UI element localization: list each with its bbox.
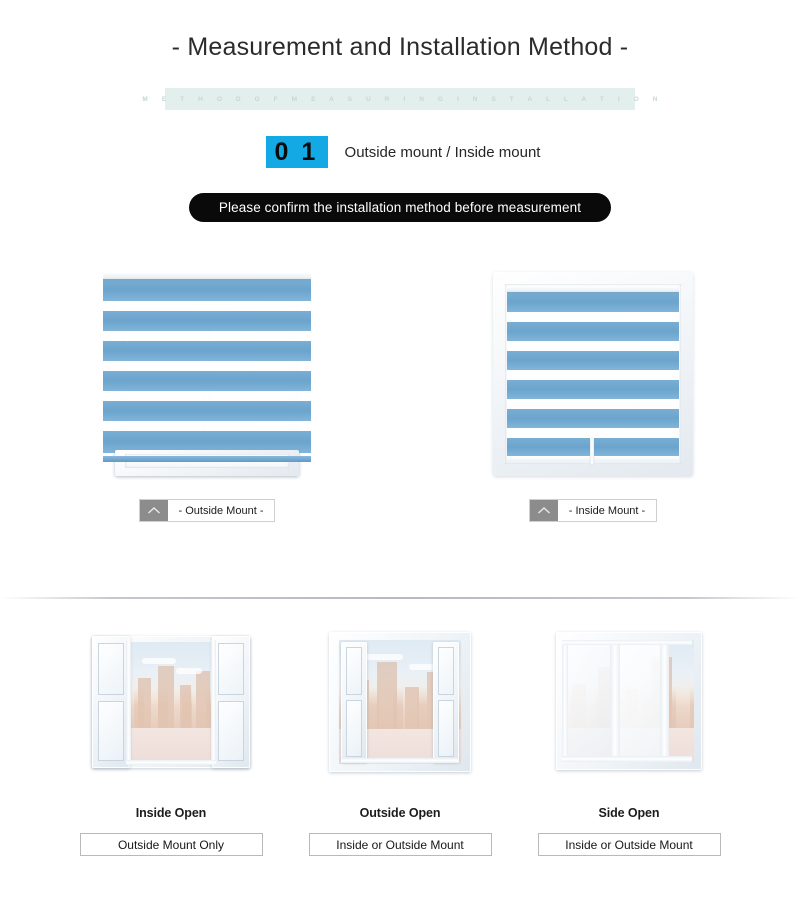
- side-open-recommendation: Inside or Outside Mount: [537, 833, 721, 856]
- blind-headrail: [103, 272, 311, 279]
- blind-stripe-opaque: [507, 380, 679, 399]
- cloud: [142, 658, 176, 664]
- outdoor-view: [128, 642, 214, 762]
- inside-mount-tag-label: - Inside Mount -: [568, 504, 646, 517]
- outside-open-photo: [311, 622, 489, 794]
- window-type-inside-open: Inside Open Outside Mount Only: [78, 622, 265, 856]
- outside-mount-tag[interactable]: - Outside Mount -: [139, 500, 275, 521]
- zebra-blind-outside: [103, 272, 311, 462]
- skyline-building: [180, 685, 191, 729]
- window-sill-bar: [562, 756, 692, 762]
- blind-stripe-opaque: [103, 311, 311, 331]
- blind-stripe-sheer: [507, 312, 679, 322]
- chevron-up-icon: [529, 500, 558, 521]
- inside-open-caption: Inside Open: [135, 806, 207, 820]
- right-sash: [212, 636, 250, 768]
- blind-headrail: [507, 286, 679, 292]
- outside-open-caption: Outside Open: [359, 806, 441, 820]
- inside-mount-tag[interactable]: - Inside Mount -: [529, 500, 657, 521]
- blind-stripe-sheer: [507, 370, 679, 380]
- skyline-building: [158, 666, 174, 729]
- inside-open-recommendation: Outside Mount Only: [79, 833, 263, 856]
- window-jamb-left: [562, 642, 568, 760]
- blind-stripe-opaque: [507, 292, 679, 312]
- window-jamb-right: [211, 640, 216, 764]
- inside-mount-figure: - Inside Mount -: [485, 262, 701, 521]
- waterfront: [128, 728, 214, 762]
- right-sash-pane: [218, 643, 244, 695]
- outside-mount-tag-label: - Outside Mount -: [178, 504, 264, 517]
- window-jamb-left: [126, 640, 131, 764]
- page-title: - Measurement and Installation Method -: [171, 33, 629, 61]
- blind-stripe-opaque: [507, 351, 679, 370]
- mount-comparison-row: - Outside Mount - - Inside Mount -: [0, 262, 800, 521]
- subtitle-band: M E T H O D O F M E A S U R I N G I N S …: [142, 88, 657, 110]
- blind-stripe-opaque: [103, 401, 311, 421]
- right-sash-pane: [218, 701, 244, 761]
- left-sash-pane: [98, 643, 124, 695]
- side-open-photo: [540, 622, 718, 794]
- skyline-building: [196, 670, 210, 729]
- blind-stripe-sheer: [103, 391, 311, 401]
- blind-fabric: [103, 279, 311, 456]
- notice-banner: Please confirm the installation method b…: [188, 193, 612, 222]
- left-sash-pane: [98, 701, 124, 761]
- blind-stripe-sheer: [507, 399, 679, 409]
- window-head-bar: [562, 640, 692, 645]
- blind-stripe-opaque: [507, 322, 679, 341]
- window-types-row: Inside Open Outside Mount Only Outside O…: [0, 622, 800, 856]
- window-type-side-open: Side Open Inside or Outside Mount: [536, 622, 723, 856]
- subtitle-band-text: M E T H O D O F M E A S U R I N G I N S …: [142, 95, 664, 103]
- blind-stripe-sheer: [103, 361, 311, 371]
- outside-open-recommendation: Inside or Outside Mount: [308, 833, 492, 856]
- slider-pane-left: [566, 642, 614, 760]
- skyline-building: [377, 662, 397, 730]
- window-mullion-vertical: [590, 438, 594, 464]
- left-sash: [341, 642, 367, 762]
- blind-stripe-sheer: [507, 428, 679, 438]
- left-sash-pane: [346, 647, 362, 695]
- inside-open-photo: [82, 622, 260, 794]
- blind-stripe-sheer: [507, 341, 679, 351]
- right-sash-pane: [438, 647, 454, 695]
- step-number-badge: 0 1: [265, 136, 328, 168]
- skyline-building: [405, 687, 419, 730]
- blind-bottom-rail: [103, 456, 311, 462]
- right-sash-pane: [438, 700, 454, 757]
- section-divider: [0, 597, 800, 599]
- chevron-up-icon: [139, 500, 168, 521]
- slider-stile-2: [660, 642, 669, 760]
- skyline-building: [138, 678, 151, 729]
- blind-stripe-opaque: [103, 279, 311, 301]
- outside-mount-figure: - Outside Mount -: [99, 262, 315, 521]
- blind-stripe-sheer: [103, 331, 311, 341]
- side-open-caption: Side Open: [598, 806, 660, 820]
- inside-mount-illustration: [485, 262, 701, 480]
- right-sash: [433, 642, 459, 762]
- zebra-blind-inside: [507, 286, 679, 462]
- blind-stripe-opaque: [103, 371, 311, 391]
- slider-pane-middle: [618, 642, 666, 760]
- blind-stripe-sheer: [103, 301, 311, 311]
- window-sill-bar: [126, 760, 216, 765]
- step-row: 0 1 Outside mount / Inside mount: [0, 136, 800, 168]
- slider-stile-1: [610, 642, 620, 760]
- blind-fabric: [507, 292, 679, 456]
- cloud: [176, 668, 202, 674]
- notice-wrapper: Please confirm the installation method b…: [0, 193, 800, 222]
- outside-mount-illustration: [99, 262, 315, 480]
- blind-stripe-opaque: [507, 409, 679, 428]
- subtitle-band-wrapper: M E T H O D O F M E A S U R I N G I N S …: [0, 88, 800, 110]
- blind-stripe-sheer: [103, 421, 311, 431]
- left-sash-pane: [346, 700, 362, 757]
- blind-stripe-opaque: [103, 341, 311, 361]
- window-sill-bar: [341, 758, 459, 763]
- window-type-outside-open: Outside Open Inside or Outside Mount: [307, 622, 494, 856]
- left-sash: [92, 636, 130, 768]
- step-label: Outside mount / Inside mount: [344, 143, 541, 161]
